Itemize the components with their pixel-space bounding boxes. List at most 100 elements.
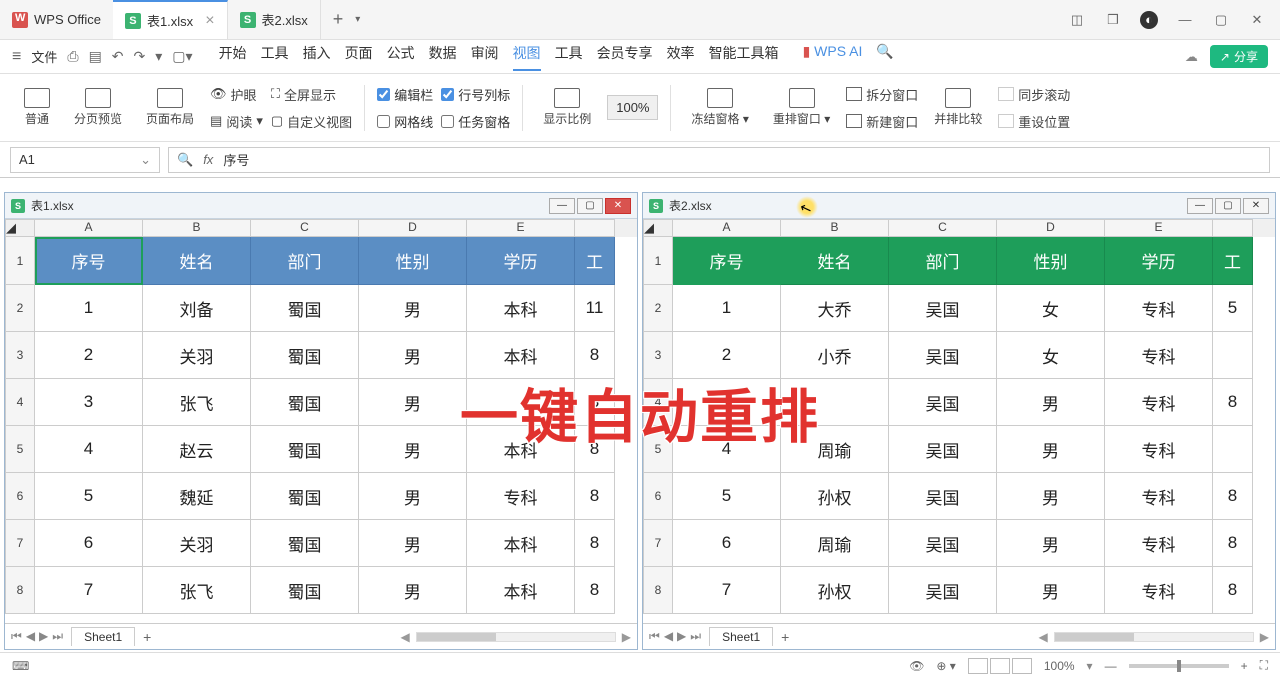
- view-normal-icon[interactable]: [968, 658, 988, 674]
- wb2-titlebar[interactable]: S 表2.xlsx — ▢ ✕: [643, 193, 1275, 219]
- zoom-in-icon[interactable]: +: [1241, 659, 1248, 673]
- toolbar-icon-2[interactable]: ▤: [89, 48, 102, 65]
- cell[interactable]: 本科: [467, 520, 575, 567]
- eye-icon[interactable]: 👁: [909, 659, 924, 673]
- cell[interactable]: 吴国: [889, 473, 997, 520]
- cell[interactable]: 吴国: [889, 567, 997, 614]
- close-window-icon[interactable]: ✕: [1248, 11, 1266, 29]
- fx-icon[interactable]: fx: [203, 152, 213, 167]
- cell[interactable]: 男: [359, 520, 467, 567]
- cell[interactable]: 赵云: [143, 426, 251, 473]
- col-header[interactable]: C: [889, 219, 997, 237]
- cloud-icon[interactable]: ☁: [1185, 49, 1198, 65]
- cell[interactable]: 6: [673, 520, 781, 567]
- split-window[interactable]: 拆分窗口: [846, 85, 918, 104]
- zoom-out-icon[interactable]: —: [1105, 659, 1117, 673]
- doc-tab-2[interactable]: S 表2.xlsx: [228, 0, 321, 39]
- nav-prev-icon[interactable]: ◀: [664, 629, 673, 644]
- sheet-tab[interactable]: Sheet1: [71, 627, 135, 646]
- zoom-ratio[interactable]: 显示比例: [535, 88, 599, 127]
- new-window[interactable]: 新建窗口: [846, 112, 918, 131]
- hscroll[interactable]: [1054, 632, 1254, 642]
- zoom-label[interactable]: 100%: [1044, 659, 1075, 673]
- cell[interactable]: 孙权: [781, 567, 889, 614]
- cell[interactable]: 大乔: [781, 285, 889, 332]
- col-header[interactable]: A: [35, 219, 143, 237]
- cell[interactable]: 专科: [1105, 285, 1213, 332]
- cell[interactable]: 男: [359, 332, 467, 379]
- col-header[interactable]: B: [781, 219, 889, 237]
- cell[interactable]: 本科: [467, 285, 575, 332]
- cell[interactable]: 7: [35, 567, 143, 614]
- rearrange-windows[interactable]: 重排窗口 ▾: [765, 88, 838, 127]
- col-header[interactable]: C: [251, 219, 359, 237]
- cell[interactable]: 8: [575, 567, 615, 614]
- cell[interactable]: 性别: [359, 237, 467, 285]
- menu-review[interactable]: 审阅: [471, 43, 499, 71]
- row-header[interactable]: 7: [5, 520, 35, 567]
- cell[interactable]: 关羽: [143, 520, 251, 567]
- cell[interactable]: 专科: [1105, 379, 1213, 426]
- row-header[interactable]: 7: [643, 520, 673, 567]
- col-header[interactable]: B: [143, 219, 251, 237]
- menu-page[interactable]: 页面: [345, 43, 373, 71]
- menu-tools2[interactable]: 工具: [555, 43, 583, 71]
- scroll-left-icon[interactable]: ◀: [1039, 630, 1048, 644]
- scroll-right-icon[interactable]: ▶: [622, 630, 631, 644]
- cell[interactable]: 8: [1213, 473, 1253, 520]
- cell[interactable]: 5: [35, 473, 143, 520]
- add-sheet-icon[interactable]: +: [781, 629, 789, 645]
- maximize-icon[interactable]: ▢: [1212, 11, 1230, 29]
- nav-first-icon[interactable]: ⏮: [649, 629, 660, 644]
- col-header[interactable]: A: [673, 219, 781, 237]
- cell[interactable]: 刘备: [143, 285, 251, 332]
- search-icon[interactable]: 🔍: [876, 43, 893, 71]
- zoom-value[interactable]: 100%: [607, 95, 658, 120]
- col-header[interactable]: [1213, 219, 1253, 237]
- nav-prev-icon[interactable]: ◀: [26, 629, 35, 644]
- cell[interactable]: 孙权: [781, 473, 889, 520]
- tab-more-icon[interactable]: ▾: [355, 14, 360, 25]
- cell[interactable]: 姓名: [781, 237, 889, 285]
- cell[interactable]: 张飞: [143, 379, 251, 426]
- cell[interactable]: 部门: [251, 237, 359, 285]
- row-header[interactable]: 6: [643, 473, 673, 520]
- copy-icon[interactable]: ◫: [1068, 11, 1086, 29]
- nav-last-icon[interactable]: ⏭: [690, 629, 701, 644]
- cell[interactable]: 吴国: [889, 285, 997, 332]
- minimize-icon[interactable]: —: [1176, 11, 1194, 29]
- row-header[interactable]: 2: [5, 285, 35, 332]
- wb1-maximize-icon[interactable]: ▢: [577, 198, 603, 214]
- paste-icon[interactable]: ▢▾: [172, 48, 192, 65]
- scroll-right-icon[interactable]: ▶: [1260, 630, 1269, 644]
- cell[interactable]: 5: [673, 473, 781, 520]
- cell[interactable]: 8: [575, 473, 615, 520]
- menu-start[interactable]: 开始: [219, 43, 247, 71]
- wb1-close-icon[interactable]: ✕: [605, 198, 631, 214]
- cell[interactable]: 蜀国: [251, 567, 359, 614]
- row-header[interactable]: 2: [643, 285, 673, 332]
- hamburger-icon[interactable]: ≡: [12, 48, 21, 66]
- toolbar-icon-1[interactable]: ⎙: [67, 48, 78, 65]
- col-header[interactable]: E: [1105, 219, 1213, 237]
- fullscreen-icon[interactable]: ⛶: [1260, 658, 1268, 673]
- cell[interactable]: 蜀国: [251, 285, 359, 332]
- view-normal[interactable]: 普通: [16, 88, 58, 127]
- check-row-col[interactable]: 行号列标: [441, 85, 510, 104]
- row-header[interactable]: 8: [643, 567, 673, 614]
- target-icon[interactable]: ⊕ ▾: [936, 659, 955, 673]
- toolbar-icon-5[interactable]: ▾: [155, 48, 162, 65]
- cell[interactable]: 专科: [1105, 426, 1213, 473]
- menu-smart-toolbox[interactable]: 智能工具箱: [709, 43, 779, 71]
- avatar-icon[interactable]: ◐: [1140, 11, 1158, 29]
- cell[interactable]: 序号: [35, 237, 143, 285]
- undo-icon[interactable]: ↶: [112, 48, 124, 65]
- cell[interactable]: 专科: [1105, 567, 1213, 614]
- wb1-titlebar[interactable]: S 表1.xlsx — ▢ ✕: [5, 193, 637, 219]
- cell[interactable]: 姓名: [143, 237, 251, 285]
- row-header[interactable]: 4: [5, 379, 35, 426]
- add-sheet-icon[interactable]: +: [143, 629, 151, 645]
- cell[interactable]: [1213, 426, 1253, 473]
- cell[interactable]: 专科: [1105, 332, 1213, 379]
- wps-ai[interactable]: ▮ WPS AI: [803, 43, 863, 71]
